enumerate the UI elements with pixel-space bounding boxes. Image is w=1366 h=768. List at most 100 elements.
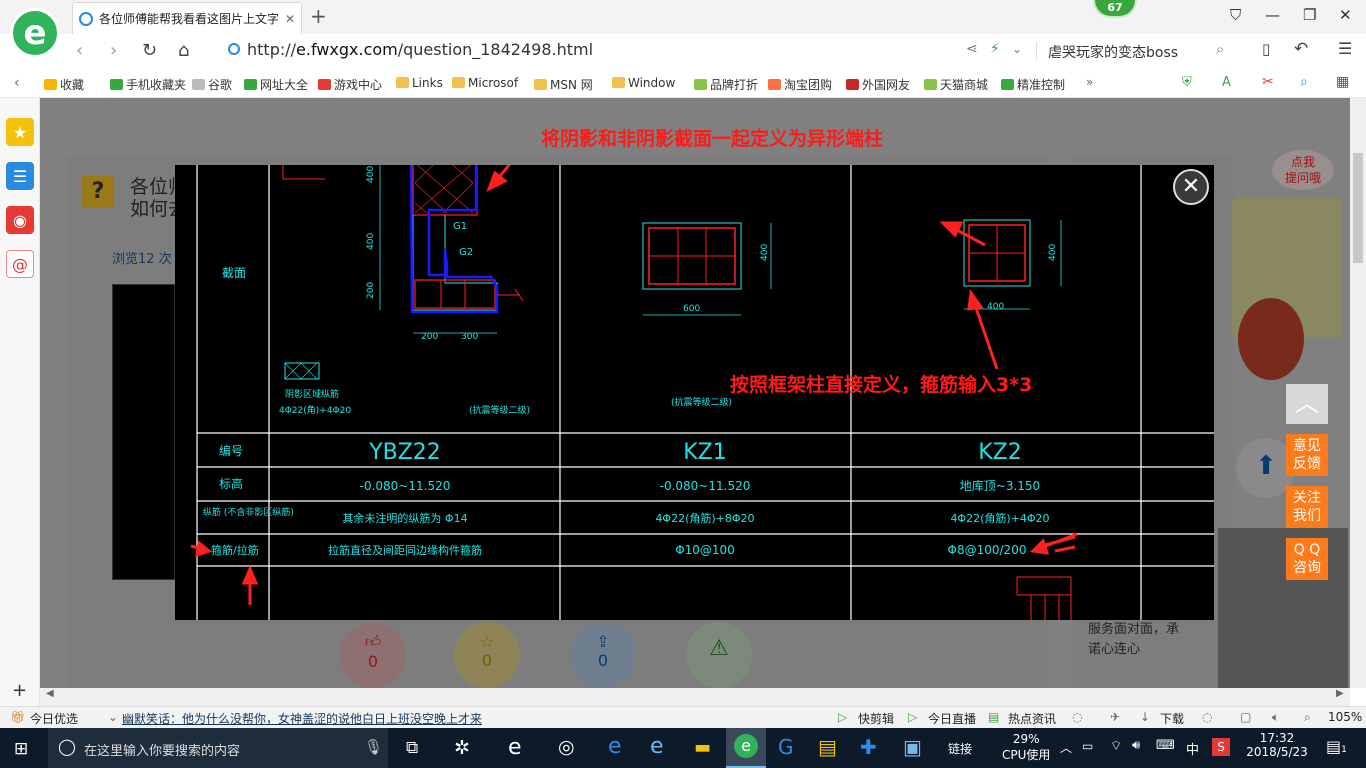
scissors-icon[interactable]: ✂ [1262, 74, 1274, 90]
add-sidebar-button[interactable]: + [12, 680, 27, 701]
window-icon[interactable]: ▢ [1240, 710, 1251, 724]
zoom-icon[interactable]: ⌕ [1304, 710, 1311, 725]
apps-grid-icon[interactable]: ▦ [1336, 74, 1349, 90]
follow-us-button[interactable]: 关注 我们 [1286, 486, 1328, 528]
close-window-button[interactable]: ✕ [1339, 6, 1352, 24]
horizontal-scrollbar[interactable]: ◀ ▶ [40, 688, 1350, 706]
taskbar-search-box[interactable]: ◯ 在这里输入你要搜索的内容 🎙︎ [48, 728, 388, 768]
ie-app-icon[interactable]: e [508, 735, 522, 760]
news-ticker-link[interactable]: 幽默笑话：他为什么没帮你，女神盖涩的说他白日上班没空晚上才来 [122, 710, 482, 727]
notes-app-icon[interactable]: ▤ [818, 735, 837, 759]
mobile-icon[interactable]: ▯ [1262, 40, 1270, 58]
new-tab-button[interactable]: + [310, 4, 327, 28]
collapse-icon[interactable]: ‹ [14, 75, 20, 91]
fan-app-icon[interactable]: ✲ [454, 737, 470, 759]
battery-icon[interactable]: ▭ [1082, 739, 1093, 753]
taskbar-browser-active[interactable]: e [726, 728, 766, 768]
favorite-item[interactable]: 天猫商城 [924, 76, 988, 93]
zoom-level[interactable]: 105% [1328, 710, 1362, 724]
search-input[interactable]: 虐哭玩家的变态boss [1048, 42, 1178, 62]
favorite-item[interactable]: 品牌打折 [694, 76, 758, 93]
quick-cut-link[interactable]: 快剪辑 [858, 710, 894, 727]
report-button[interactable]: ⚠ [686, 622, 752, 688]
pin-icon[interactable]: ✈ [1110, 710, 1120, 724]
favorites-star-icon[interactable]: ★ [6, 118, 34, 146]
volume-icon[interactable]: 🔊︎ [1132, 738, 1140, 753]
vertical-scrollbar[interactable] [1350, 98, 1366, 688]
share-icon[interactable]: ⋖ [966, 41, 978, 57]
ime-indicator[interactable]: 中 [1186, 739, 1199, 758]
undo-icon[interactable]: ↶ [1294, 39, 1308, 59]
chevron-down-icon[interactable]: ⌄ [1012, 42, 1022, 56]
lightbox-close-button[interactable]: ✕ [1173, 169, 1209, 205]
favorite-item[interactable]: 游戏中心 [318, 76, 382, 93]
menu-icon[interactable]: ☰ [1338, 39, 1352, 58]
reader-icon[interactable]: ☰ [6, 162, 34, 190]
plus-app-icon[interactable]: ✚ [860, 735, 877, 759]
task-view-icon[interactable]: ⧉ [406, 738, 418, 758]
speed-icon[interactable]: ◌ [1072, 710, 1082, 724]
share-button[interactable]: ⇪ 0 [570, 622, 636, 688]
windows-start-icon[interactable]: ⊞ [14, 739, 28, 759]
favorite-item[interactable]: 收藏 [44, 76, 84, 93]
g-app-icon[interactable]: G [778, 735, 794, 759]
mute-icon[interactable]: 🔈︎ [1272, 710, 1279, 725]
clean-icon[interactable]: ◌ [1202, 710, 1212, 724]
image-lightbox[interactable]: 400 400 200 200 300 G1 G2 阴影区域纵筋 4Φ22(角)… [175, 165, 1214, 620]
browser-logo-icon[interactable]: e [10, 8, 60, 58]
vertical-scroll-thumb[interactable] [1353, 153, 1363, 263]
restore-button[interactable]: ❐ [1303, 6, 1316, 24]
links-toolbar-label[interactable]: 链接 [948, 740, 972, 757]
notification-center-icon[interactable]: ▤1 [1326, 737, 1347, 756]
clock[interactable]: 17:32 2018/5/23 [1246, 731, 1308, 759]
favorite-item[interactable]: 网址大全 [244, 76, 308, 93]
weibo-icon[interactable]: ◉ [6, 206, 34, 234]
hot-news-link[interactable]: 热点资讯 [1008, 710, 1056, 727]
file-explorer-icon[interactable]: ▬ [694, 737, 711, 758]
favorite-item[interactable]: 精准控制 [1001, 76, 1065, 93]
browser-tab[interactable]: 各位师傅能帮我看看这图片上文字 ✕ [72, 2, 302, 34]
zoom-icon[interactable]: ⌕ [1300, 74, 1308, 90]
minimize-button[interactable]: — [1265, 6, 1280, 24]
feedback-button[interactable]: 意见 反馈 [1286, 434, 1328, 476]
drawing-thumbnail[interactable] [112, 284, 175, 580]
microphone-icon[interactable]: 🎙︎ [364, 738, 383, 756]
home-button[interactable]: ⌂ [178, 40, 189, 61]
scroll-right-icon[interactable]: ▶ [1336, 688, 1344, 699]
edge-icon[interactable]: e [608, 734, 622, 759]
favorite-item[interactable]: MSN 网 [534, 76, 593, 93]
favorite-item[interactable]: 外国网友 [846, 76, 910, 93]
favorite-item[interactable]: Links [396, 76, 443, 90]
url-input[interactable]: http://e.fwxgx.com/question_1842498.html [247, 40, 593, 59]
sogou-ime-icon[interactable]: S [1212, 738, 1230, 756]
download-link[interactable]: 下载 [1160, 710, 1184, 727]
favorite-item[interactable]: Window [612, 76, 675, 90]
back-to-top-button[interactable]: ︿ [1286, 384, 1328, 424]
more-favorites-icon[interactable]: » [1086, 75, 1093, 89]
site-security-icon[interactable] [228, 43, 240, 55]
monitor-app-icon[interactable]: ▣ [903, 735, 922, 759]
shirt-icon[interactable]: ⛉ [1230, 6, 1241, 24]
today-picks-link[interactable]: 今日优选 [30, 710, 78, 727]
keyboard-icon[interactable]: ⌨ [1156, 738, 1175, 753]
qq-consult-button[interactable]: Q Q 咨询 [1286, 538, 1328, 580]
favorite-item[interactable]: 淘宝团购 [768, 76, 832, 93]
translate-icon[interactable]: A [1222, 75, 1231, 90]
search-icon[interactable]: ⌕ [1216, 40, 1224, 58]
forward-button[interactable]: › [110, 40, 117, 61]
shield-icon[interactable]: ⛨ [1182, 75, 1192, 90]
tray-expand-icon[interactable]: ︿ [1060, 739, 1072, 756]
favorite-item[interactable]: 谷歌 [192, 76, 232, 93]
reload-button[interactable]: ↻ [142, 40, 157, 61]
back-button[interactable]: ‹ [76, 40, 83, 61]
ask-question-bubble[interactable]: 点我 提问哦 [1272, 150, 1334, 190]
lightning-icon[interactable]: ⚡ [990, 41, 1000, 57]
network-app-icon[interactable]: ◎ [558, 736, 575, 758]
tab-close-icon[interactable]: ✕ [285, 12, 295, 26]
like-button[interactable]: 👍︎ 0 [340, 622, 406, 688]
favorite-item[interactable]: Microsof [452, 76, 518, 90]
wifi-icon[interactable]: ⌔ [1110, 738, 1122, 754]
scroll-left-icon[interactable]: ◀ [46, 688, 54, 699]
favorite-item[interactable]: 手机收藏夹 [110, 76, 186, 93]
favorite-button[interactable]: ☆ 0 [454, 622, 520, 688]
